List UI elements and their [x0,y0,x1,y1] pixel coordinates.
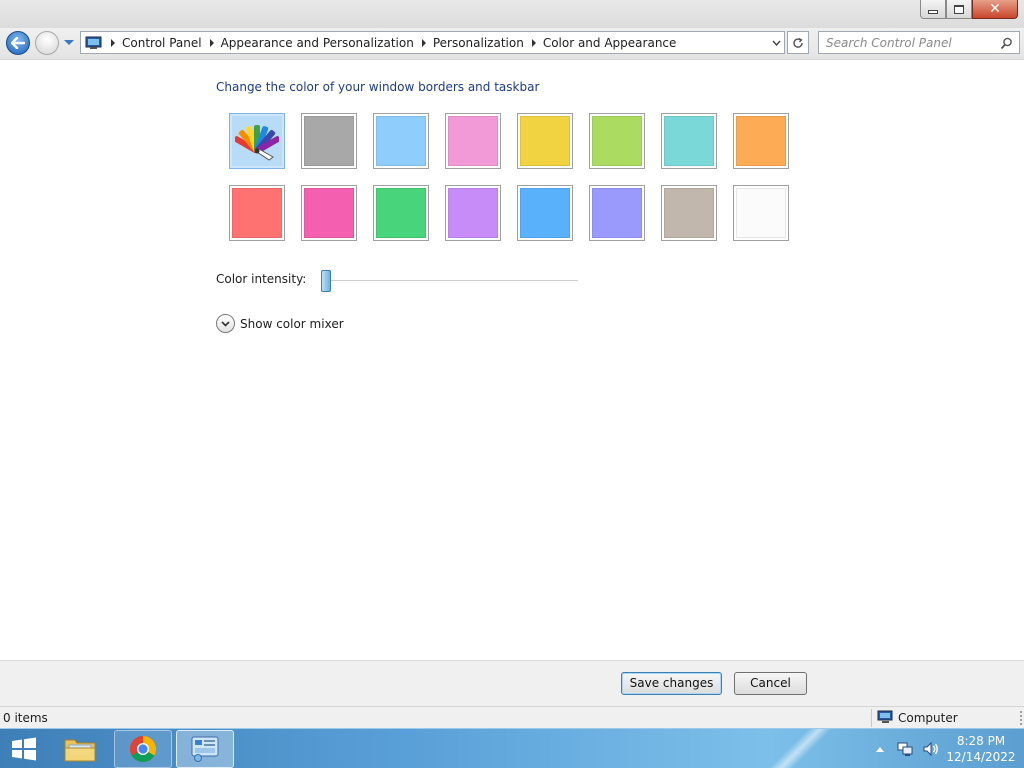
expand-chevron-icon[interactable] [216,314,235,333]
action-button-strip: Save changes Cancel [0,660,1024,706]
status-bar: 0 items Computer [0,706,1024,728]
color-swatch-lime[interactable] [373,185,429,241]
color-swatch-violet-blue[interactable] [517,185,573,241]
color-swatch-sea-foam[interactable] [661,113,717,169]
taskbar-control-panel[interactable] [176,730,234,768]
color-swatch-fuchsia[interactable] [301,185,357,241]
color-intensity-label: Color intensity: [216,272,307,286]
swatch-color-fill [592,188,642,238]
address-bar[interactable]: Control Panel Appearance and Personaliza… [80,31,785,54]
show-color-mixer-label[interactable]: Show color mixer [240,317,344,331]
taskbar-chrome[interactable] [114,730,172,768]
volume-icon[interactable] [922,741,940,757]
swatch-color-fill [376,188,426,238]
minimize-button[interactable] [920,0,946,19]
color-swatch-sun[interactable] [517,113,573,169]
windows-explorer-icon [64,739,96,762]
swatch-color-fill [736,116,786,166]
close-button[interactable]: ✕ [972,0,1018,19]
status-location: Computer [877,710,958,725]
status-location-label: Computer [898,710,958,725]
navigation-bar: Control Panel Appearance and Personaliza… [0,28,1024,60]
swatch-color-fill [376,116,426,166]
cancel-button[interactable]: Cancel [734,672,807,695]
item-count: 0 items [3,711,48,725]
search-icon[interactable] [1000,37,1013,50]
chrome-icon [129,735,157,763]
color-swatch-grid [229,113,789,241]
window-controls: ✕ [920,0,1018,19]
back-button[interactable] [6,31,30,55]
color-swatch-frost[interactable] [733,185,789,241]
show-hidden-icons-icon[interactable] [876,746,884,752]
color-swatch-twilight[interactable] [445,113,501,169]
breadcrumb-personalization[interactable]: Personalization [433,36,524,50]
swatch-color-fill [592,116,642,166]
recent-pages-dropdown-icon[interactable] [64,40,74,45]
start-button[interactable] [6,735,42,763]
breadcrumb-separator-icon[interactable] [111,38,115,47]
swatch-color-fill [232,116,282,166]
color-swatch-pumpkin[interactable] [733,113,789,169]
breadcrumb-control-panel[interactable]: Control Panel [122,36,202,50]
page-heading: Change the color of your window borders … [216,80,540,94]
chevron-down-icon [771,40,781,46]
taskbar: 8:28 PM 12/14/2022 [0,728,1024,768]
taskbar-clock[interactable]: 8:28 PM 12/14/2022 [946,733,1016,765]
swatch-color-fill [448,116,498,166]
refresh-button[interactable] [787,31,809,54]
swatch-color-fill [520,188,570,238]
control-panel-icon [191,736,219,762]
swatch-color-fill [664,116,714,166]
swatch-color-fill [232,188,282,238]
status-divider [871,709,872,727]
color-swatch-lavender[interactable] [445,185,501,241]
minimize-icon [928,10,938,14]
breadcrumb-separator-icon[interactable] [421,38,426,47]
swatch-color-fill [520,116,570,166]
swatch-color-fill [736,188,786,238]
color-swatch-taupe[interactable] [661,185,717,241]
swatch-color-fill [664,188,714,238]
swatch-color-fill [304,116,354,166]
color-palette-icon [235,125,279,161]
restore-icon [954,4,964,14]
taskbar-windows-explorer[interactable] [51,730,109,768]
color-swatch-slate[interactable] [301,113,357,169]
color-swatch-periwinkle[interactable] [589,185,645,241]
address-dropdown-button[interactable] [768,32,784,53]
close-icon: ✕ [989,1,1001,17]
color-swatch-leaf[interactable] [589,113,645,169]
control-panel-icon [85,36,102,49]
breadcrumb-separator-icon[interactable] [531,38,536,47]
restore-button[interactable] [946,0,972,19]
save-changes-button[interactable]: Save changes [621,672,722,695]
forward-button[interactable] [35,31,59,55]
color-swatch-sky[interactable] [373,113,429,169]
back-arrow-icon [11,37,25,49]
refresh-icon [793,37,803,48]
color-intensity-slider-thumb[interactable] [321,270,331,292]
taskbar-wallpaper-sheen [770,729,830,768]
resize-grip[interactable] [1020,711,1022,725]
network-icon[interactable] [896,741,914,757]
breadcrumb-appearance-personalization[interactable]: Appearance and Personalization [221,36,414,50]
color-swatch-blush[interactable] [229,185,285,241]
search-input[interactable] [826,35,996,50]
swatch-color-fill [304,188,354,238]
breadcrumb-separator-icon[interactable] [209,38,214,47]
clock-time: 8:28 PM [956,734,1006,748]
breadcrumb-color-appearance[interactable]: Color and Appearance [543,36,677,50]
title-bar: ✕ [0,0,1024,28]
show-color-mixer-toggle[interactable]: Show color mixer [216,314,344,333]
search-box[interactable] [818,31,1020,54]
color-swatch-custom[interactable] [229,113,285,169]
main-content: Change the color of your window borders … [0,61,1024,660]
system-tray [876,729,940,768]
computer-icon [877,710,893,723]
clock-date: 12/14/2022 [946,750,1016,764]
color-intensity-slider[interactable] [322,280,578,282]
windows-logo-icon [12,737,36,761]
swatch-color-fill [448,188,498,238]
